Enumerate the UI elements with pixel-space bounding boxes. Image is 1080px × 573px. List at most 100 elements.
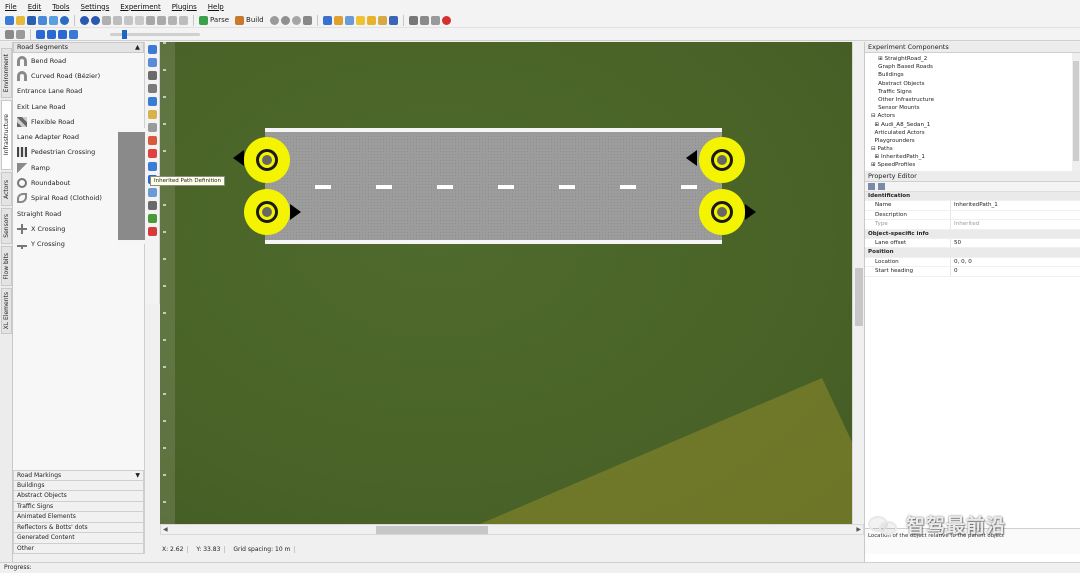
- help-icon[interactable]: [60, 15, 69, 25]
- category-reflectors[interactable]: Reflectors & Botts' dots: [13, 522, 144, 533]
- pencil-icon[interactable]: [148, 110, 157, 119]
- speed-profile-icon[interactable]: [148, 201, 157, 210]
- save-icon[interactable]: [27, 15, 36, 25]
- paste-icon[interactable]: [124, 15, 133, 25]
- property-row[interactable]: Description: [865, 210, 1080, 221]
- road-segment-item[interactable]: Curved Road (Bézier): [13, 68, 144, 83]
- star-icon[interactable]: [355, 15, 365, 25]
- copy-icon[interactable]: [113, 15, 122, 25]
- tree-item[interactable]: Graph Based Roads: [865, 63, 1080, 71]
- category-abstract-objects[interactable]: Abstract Objects: [13, 491, 144, 502]
- rotate-icon[interactable]: [168, 15, 177, 25]
- delete-icon[interactable]: [135, 15, 144, 25]
- road-connector-bottom-right[interactable]: [699, 189, 745, 235]
- tab-xl-elements[interactable]: XL Elements: [1, 288, 12, 334]
- tree-scroll-thumb[interactable]: [1073, 61, 1079, 161]
- property-section[interactable]: Position: [865, 248, 1080, 258]
- scroll-right-arrow[interactable]: ▶: [856, 525, 861, 534]
- pause-icon[interactable]: [47, 29, 56, 39]
- tree-item[interactable]: Articulated Actors: [865, 129, 1080, 137]
- record-icon[interactable]: [441, 15, 451, 25]
- folder-icon[interactable]: [344, 15, 354, 25]
- tree-scrollbar[interactable]: [1072, 53, 1080, 171]
- categorized-icon[interactable]: [868, 183, 875, 190]
- monitor-icon[interactable]: [430, 15, 440, 25]
- tab-flow-bits[interactable]: Flow bits: [1, 246, 12, 286]
- globe-icon[interactable]: [269, 15, 279, 25]
- sun-icon[interactable]: [366, 15, 376, 25]
- open-icon[interactable]: [16, 15, 25, 25]
- property-section[interactable]: Object-specific info: [865, 229, 1080, 239]
- road-segments-header[interactable]: Road Segments ▲: [13, 42, 144, 53]
- menu-settings[interactable]: Settings: [81, 3, 110, 11]
- tree-item[interactable]: Sensor Mounts: [865, 104, 1080, 112]
- category-road-markings[interactable]: Road Markings ▼: [13, 470, 144, 481]
- lane-path-icon[interactable]: [148, 162, 157, 171]
- property-value[interactable]: 0: [951, 267, 958, 275]
- color-icon[interactable]: [148, 227, 157, 236]
- category-traffic-signs[interactable]: Traffic Signs: [13, 501, 144, 512]
- measure-icon[interactable]: [179, 15, 188, 25]
- tree-item[interactable]: Other Infrastructure: [865, 96, 1080, 104]
- tree-item[interactable]: Flow bits: [865, 170, 1080, 172]
- tab-sensors[interactable]: Sensors: [1, 208, 12, 244]
- property-value[interactable]: InheritedPath_1: [951, 201, 998, 209]
- waypoint-icon[interactable]: [148, 214, 157, 223]
- road-segment-item[interactable]: Entrance Lane Road: [13, 84, 575, 244]
- tree-item[interactable]: ⊞ Audi_A8_Sedan_1: [865, 121, 1080, 129]
- menu-edit[interactable]: Edit: [28, 3, 42, 11]
- cut-icon[interactable]: [102, 15, 111, 25]
- property-row[interactable]: Type Inherited: [865, 220, 1080, 230]
- render-icon[interactable]: [280, 15, 290, 25]
- straight-road-segment[interactable]: [265, 128, 722, 244]
- property-value[interactable]: 0, 0, 0: [951, 258, 972, 266]
- tree-item[interactable]: Abstract Objects: [865, 80, 1080, 88]
- property-value[interactable]: Inherited: [951, 220, 979, 228]
- node-icon[interactable]: [148, 84, 157, 93]
- property-value[interactable]: [951, 211, 954, 219]
- new-icon[interactable]: [5, 15, 14, 25]
- video-icon[interactable]: [419, 15, 429, 25]
- horizontal-scroll-thumb[interactable]: [376, 526, 488, 534]
- axis-icon[interactable]: [16, 29, 25, 39]
- link-icon[interactable]: [148, 123, 157, 132]
- property-row[interactable]: Location 0, 0, 0: [865, 257, 1080, 268]
- inherited-path-icon[interactable]: [148, 136, 157, 145]
- menu-plugins[interactable]: Plugins: [172, 3, 197, 11]
- undo-icon[interactable]: [80, 15, 89, 25]
- tree-item[interactable]: ⊞ StraightRoad_2: [865, 55, 1080, 63]
- build-button[interactable]: Build: [235, 15, 264, 25]
- grid-icon[interactable]: [146, 15, 155, 25]
- property-section[interactable]: Identification: [865, 192, 1080, 202]
- step-icon[interactable]: [69, 29, 78, 39]
- collapse-icon[interactable]: ▲: [135, 43, 140, 52]
- tab-environment[interactable]: Environment: [1, 48, 12, 98]
- road-connector-bottom-left[interactable]: [244, 189, 290, 235]
- tree-item[interactable]: ⊟ Paths: [865, 145, 1080, 153]
- refresh-icon[interactable]: [291, 15, 301, 25]
- slider-thumb[interactable]: [122, 29, 127, 39]
- menu-tools[interactable]: Tools: [52, 3, 69, 11]
- viewport-vertical-scrollbar[interactable]: [852, 42, 864, 524]
- tab-actors[interactable]: Actors: [1, 172, 12, 206]
- road-segment-item[interactable]: Bend Road: [13, 53, 144, 68]
- category-animated-elements[interactable]: Animated Elements: [13, 512, 144, 523]
- stop-icon[interactable]: [58, 29, 67, 39]
- disk-icon[interactable]: [388, 15, 398, 25]
- property-value[interactable]: 50: [951, 239, 961, 247]
- scroll-left-arrow[interactable]: ◀: [163, 525, 168, 534]
- trigger-icon[interactable]: [148, 188, 157, 197]
- road-segment-item[interactable]: Straight Road: [13, 128, 575, 244]
- expand-icon[interactable]: ▼: [135, 471, 140, 480]
- menu-help[interactable]: Help: [208, 3, 224, 11]
- category-generated-content[interactable]: Generated Content: [13, 533, 144, 544]
- property-row[interactable]: Start heading 0: [865, 267, 1080, 277]
- camera-icon[interactable]: [408, 15, 418, 25]
- export-icon[interactable]: [49, 15, 58, 25]
- parse-button[interactable]: Parse: [199, 15, 229, 25]
- tab-infrastructure[interactable]: Infrastructure: [1, 100, 12, 170]
- property-row[interactable]: Name InheritedPath_1: [865, 201, 1080, 211]
- library-icon[interactable]: [377, 15, 387, 25]
- playback-speed-slider[interactable]: [110, 29, 200, 39]
- pan-icon[interactable]: [148, 97, 157, 106]
